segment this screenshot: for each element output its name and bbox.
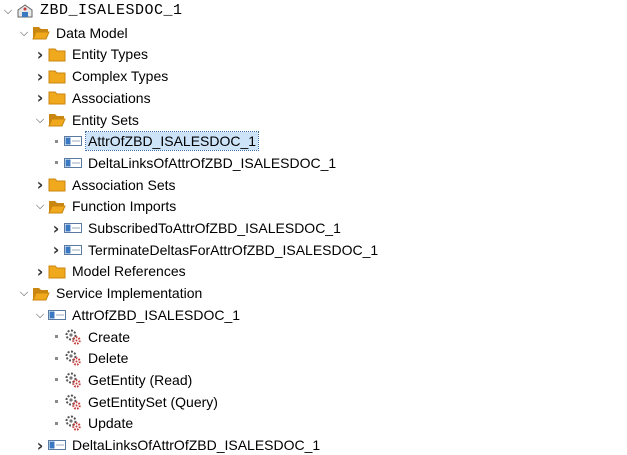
tree-node[interactable]: ⌵ Service Implementation [18,283,204,303]
chevron-right-icon[interactable]: › [34,261,46,281]
tree-node-label[interactable]: Function Imports [70,197,178,215]
chevron-right-icon[interactable]: › [50,240,62,260]
tree-node-label[interactable]: DeltaLinksOfAttrOfZBD_ISALESDOC_1 [70,436,322,454]
folder-open-icon [48,112,66,128]
chevron-right-icon[interactable]: › [34,175,46,195]
tree-node[interactable]: ⌵ AttrOfZBD_ISALESDOC_1 [34,305,242,325]
chevron-right-icon[interactable]: › [50,218,62,238]
leaf-bullet-icon [50,348,62,368]
tree-node-label[interactable]: SubscribedToAttrOfZBD_ISALESDOC_1 [86,219,343,237]
folder-open-icon [32,285,50,301]
entity-set-icon [48,307,66,323]
tree-node[interactable]: Delete [50,348,130,368]
folder-icon [48,263,66,279]
leaf-bullet-icon [50,392,62,412]
tree-node[interactable]: GetEntitySet (Query) [50,392,220,412]
entity-set-icon [64,133,82,149]
tree-node[interactable]: › Model References [34,261,188,281]
operation-icon [64,329,82,345]
leaf-bullet-icon [50,327,62,347]
chevron-right-icon[interactable]: › [34,88,46,108]
tree-node-label[interactable]: Associations [70,89,153,107]
leaf-bullet-icon [50,413,62,433]
folder-icon [48,68,66,84]
chevron-down-icon[interactable]: ⌵ [18,283,30,303]
folder-open-icon [48,198,66,214]
tree-node[interactable]: › DeltaLinksOfAttrOfZBD_ISALESDOC_1 [34,435,322,455]
tree-node-label[interactable]: Service Implementation [54,284,204,302]
folder-icon [48,177,66,193]
leaf-bullet-icon [50,131,62,151]
tree-node-label[interactable]: Entity Types [70,45,150,63]
service-tree: ⌵ ZBD_ISALESDOC_1 ⌵ Data Model › Entity Types… [0,0,627,455]
tree-node[interactable]: Update [50,413,135,433]
entity-set-icon [48,437,66,453]
tree-node-label[interactable]: Entity Sets [70,111,141,129]
tree-node[interactable]: DeltaLinksOfAttrOfZBD_ISALESDOC_1 [50,153,338,173]
tree-node[interactable]: › Association Sets [34,175,178,195]
tree-node[interactable]: › Associations [34,88,153,108]
tree-node[interactable]: AttrOfZBD_ISALESDOC_1 [50,131,260,152]
tree-node[interactable]: ⌵ ZBD_ISALESDOC_1 [2,1,185,21]
chevron-right-icon[interactable]: › [34,44,46,64]
leaf-bullet-icon [50,370,62,390]
entity-set-icon [64,220,82,236]
chevron-down-icon[interactable]: ⌵ [18,23,30,43]
tree-node-label[interactable]: GetEntitySet (Query) [86,393,220,411]
tree-node[interactable]: › Entity Types [34,44,150,64]
tree-node[interactable]: Create [50,327,132,347]
project-icon [16,3,34,19]
tree-node-label[interactable]: DeltaLinksOfAttrOfZBD_ISALESDOC_1 [86,154,338,172]
chevron-right-icon[interactable]: › [34,66,46,86]
chevron-right-icon[interactable]: › [34,435,46,455]
tree-node-label[interactable]: AttrOfZBD_ISALESDOC_1 [70,306,242,324]
tree-node-label[interactable]: Model References [70,262,188,280]
tree-node-label[interactable]: Association Sets [70,176,178,194]
tree-node-label[interactable]: Complex Types [70,67,170,85]
leaf-bullet-icon [50,153,62,173]
folder-icon [48,46,66,62]
operation-icon [64,415,82,431]
tree-node[interactable]: GetEntity (Read) [50,370,194,390]
tree-node-label[interactable]: Create [86,328,132,346]
chevron-down-icon[interactable]: ⌵ [34,110,46,130]
tree-node-label[interactable]: Data Model [54,24,130,42]
entity-set-icon [64,155,82,171]
tree-node[interactable]: ⌵ Entity Sets [34,110,141,130]
operation-icon [64,394,82,410]
operation-icon [64,350,82,366]
tree-node-label[interactable]: TerminateDeltasForAttrOfZBD_ISALESDOC_1 [86,241,380,259]
tree-node[interactable]: ⌵ Function Imports [34,196,178,216]
folder-icon [48,90,66,106]
tree-node[interactable]: › Complex Types [34,66,170,86]
tree-node[interactable]: › SubscribedToAttrOfZBD_ISALESDOC_1 [50,218,343,238]
tree-node-label[interactable]: ZBD_ISALESDOC_1 [38,2,185,20]
chevron-down-icon[interactable]: ⌵ [34,305,46,325]
operation-icon [64,372,82,388]
tree-node-label[interactable]: AttrOfZBD_ISALESDOC_1 [84,131,260,152]
tree-node-label[interactable]: Update [86,414,135,432]
chevron-down-icon[interactable]: ⌵ [2,1,14,21]
tree-node[interactable]: ⌵ Data Model [18,23,130,43]
tree-node-label[interactable]: GetEntity (Read) [86,371,194,389]
chevron-down-icon[interactable]: ⌵ [34,196,46,216]
entity-set-icon [64,242,82,258]
folder-open-icon [32,25,50,41]
tree-node-label[interactable]: Delete [86,349,130,367]
tree-node[interactable]: › TerminateDeltasForAttrOfZBD_ISALESDOC_1 [50,240,380,260]
